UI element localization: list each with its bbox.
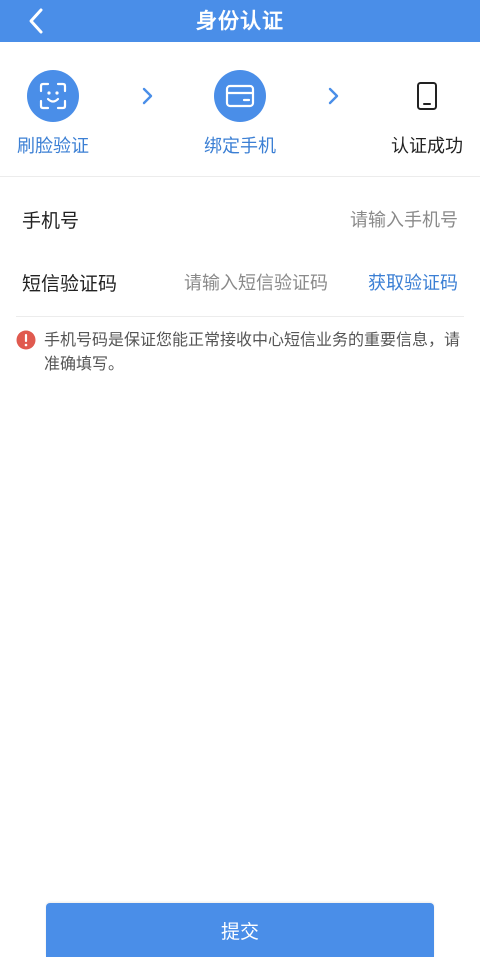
sms-code-input[interactable] xyxy=(184,253,354,315)
exclamation-circle-icon xyxy=(16,330,36,350)
chevron-right-icon xyxy=(140,86,156,106)
submit-button[interactable]: 提交 xyxy=(46,903,434,957)
step-bind-phone: 绑定手机 xyxy=(170,70,310,158)
divider xyxy=(16,316,464,317)
chevron-right-icon xyxy=(326,86,342,106)
sms-code-row: 短信验证码 获取验证码 xyxy=(0,253,480,315)
card-icon xyxy=(214,70,266,122)
sms-code-label: 短信验证码 xyxy=(22,273,118,295)
face-scan-icon xyxy=(27,70,79,122)
header-bar: 身份认证 xyxy=(0,0,480,42)
step-face-verify: 刷脸验证 xyxy=(0,70,123,158)
phone-label: 手机号 xyxy=(22,210,80,232)
get-code-button[interactable]: 获取验证码 xyxy=(368,253,458,315)
phone-row: 手机号 xyxy=(0,190,480,252)
step-label-bind-phone: 绑定手机 xyxy=(204,136,276,157)
notice: 手机号码是保证您能正常接收中心短信业务的重要信息，请准确填写。 xyxy=(16,328,466,376)
divider xyxy=(0,176,480,177)
progress-steps: 刷脸验证 绑定手机 认证成功 xyxy=(0,42,480,176)
step-success: 认证成功 xyxy=(357,70,480,158)
step-label-success: 认证成功 xyxy=(391,136,463,157)
phone-input[interactable] xyxy=(200,190,458,252)
phone-icon xyxy=(401,70,453,122)
notice-text: 手机号码是保证您能正常接收中心短信业务的重要信息，请准确填写。 xyxy=(44,330,461,373)
step-label-face-verify: 刷脸验证 xyxy=(17,136,89,157)
page-title: 身份认证 xyxy=(196,9,284,33)
